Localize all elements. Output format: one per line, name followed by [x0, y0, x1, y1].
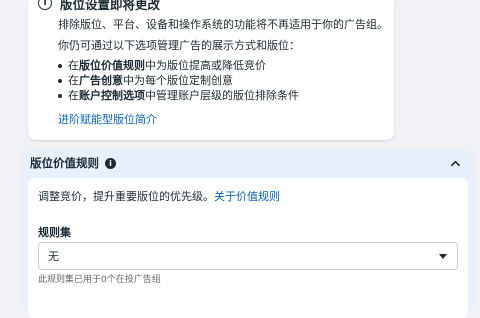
rule-set-hint: 此规则集已用于0个在投广告组 — [38, 275, 161, 285]
notice-description: 排除版位、平台、设备和操作系统的功能将不再适用于你的广告组。 — [58, 18, 388, 31]
bullet-icon — [58, 63, 62, 68]
bullet-highlight: 版位价值规则 — [79, 59, 145, 72]
bullet-icon — [58, 78, 62, 83]
placement-change-notice: i 版位设置即将更改 排除版位、平台、设备和操作系统的功能将不再适用于你的广告组… — [28, 0, 394, 140]
notice-options-intro: 你仍可通过以下选项管理广告的展示方式和版位： — [58, 39, 300, 52]
section-body: 调整竞价，提升重要版位的优先级。关于价值规则 规则集 无 此规则集已用于0个在投… — [28, 178, 468, 318]
notice-title: 版位设置即将更改 — [60, 0, 161, 12]
list-item: 在账户控制选项 中管理账户层级的版位排除条件 — [58, 88, 299, 103]
notice-options-list: 在版位价值规则 中为版位提高或降低竞价 在广告创意 中为每个版位定制创意 在账户控制… — [58, 58, 299, 103]
placement-value-rules-section: 版位价值规则 i 调整竞价，提升重要版位的优先级。关于价值规则 规则集 无 此规… — [22, 150, 474, 318]
notice-header: i 版位设置即将更改 — [38, 0, 160, 12]
section-header[interactable]: 版位价值规则 i — [22, 150, 474, 176]
value-rules-link[interactable]: 关于价值规则 — [214, 190, 280, 203]
bullet-icon — [58, 93, 62, 98]
rule-set-label: 规则集 — [38, 226, 71, 239]
info-icon: i — [38, 0, 52, 10]
chevron-up-icon[interactable] — [451, 159, 460, 168]
section-description: 调整竞价，提升重要版位的优先级。关于价值规则 — [38, 190, 280, 203]
rule-set-select[interactable]: 无 — [38, 242, 458, 270]
bullet-highlight: 广告创意 — [79, 74, 123, 87]
advantage-placements-link[interactable]: 进阶赋能型版位简介 — [58, 111, 157, 127]
bullet-highlight: 账户控制选项 — [79, 89, 145, 102]
list-item: 在版位价值规则 中为版位提高或降低竞价 — [58, 58, 299, 73]
list-item: 在广告创意 中为每个版位定制创意 — [58, 73, 299, 88]
info-icon[interactable]: i — [105, 157, 116, 169]
rule-set-select-value: 无 — [48, 250, 59, 263]
caret-down-icon — [439, 254, 447, 259]
section-title: 版位价值规则 — [30, 156, 99, 170]
